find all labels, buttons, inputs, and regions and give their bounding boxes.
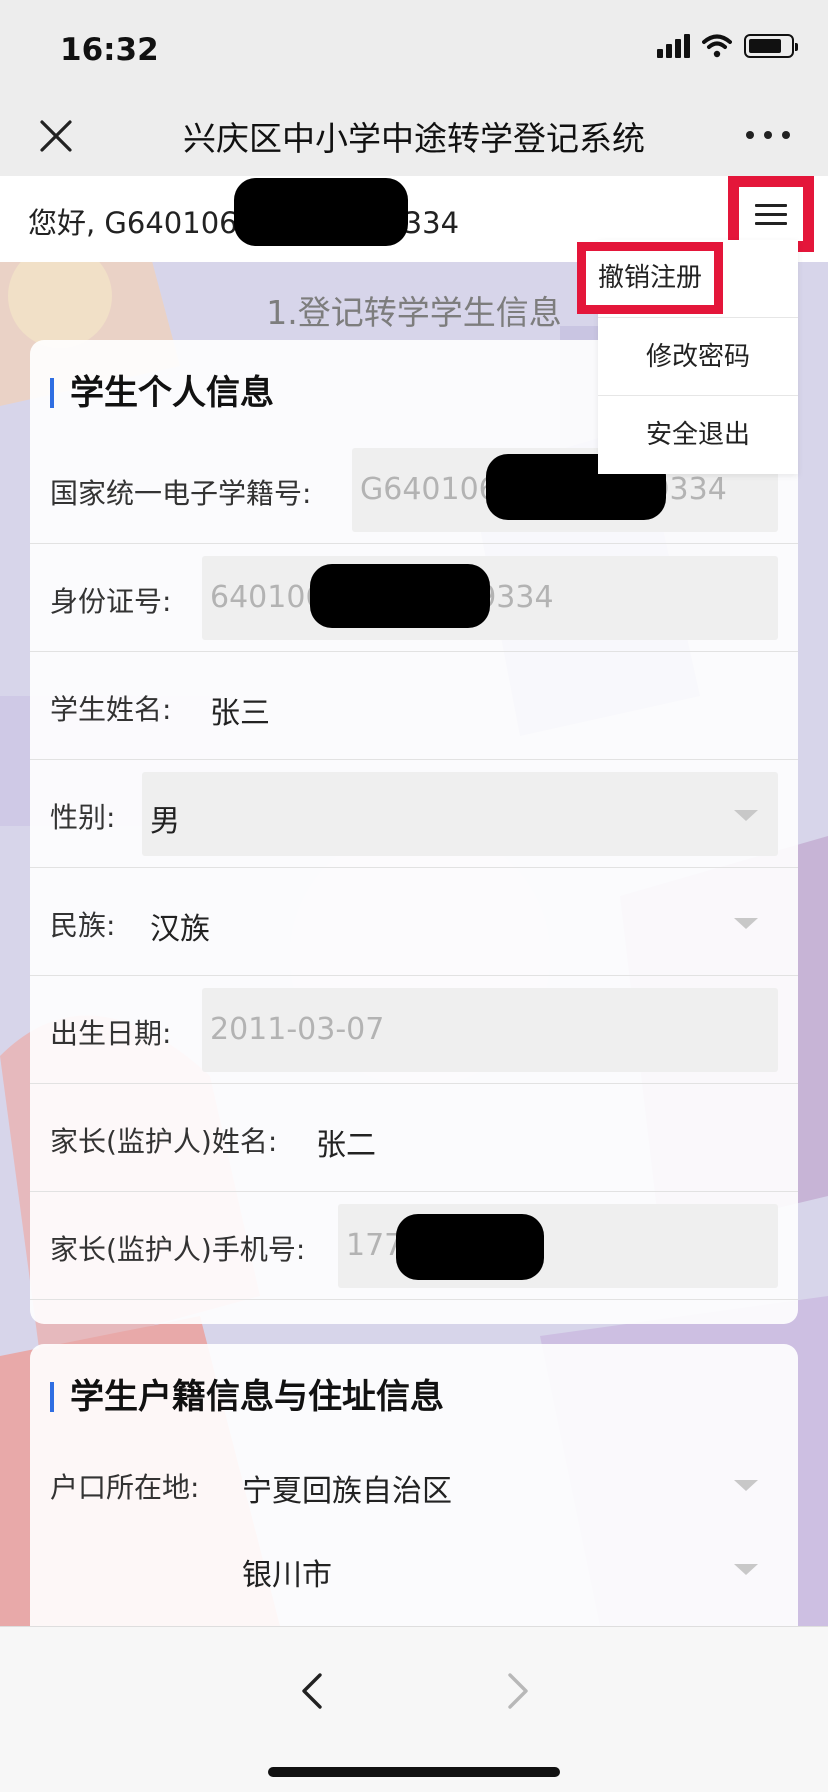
- field-label: 家长(监护人)姓名:: [50, 1125, 278, 1158]
- chevron-down-icon: [734, 918, 758, 929]
- province-select[interactable]: 宁夏回族自治区: [234, 1442, 778, 1526]
- web-content: 您好, G640106201103079334 1.登记转学学生信息 学生个人信…: [0, 176, 828, 1626]
- id-number-row: 身份证号: 640106201103079334: [30, 544, 798, 652]
- residence-info-card: 学生户籍信息与住址信息 户口所在地: 宁夏回族自治区 银川市: [30, 1344, 798, 1626]
- redaction-mark: [396, 1214, 544, 1280]
- field-label: 民族:: [50, 909, 116, 942]
- wifi-icon: [702, 34, 732, 58]
- status-icons: [657, 34, 798, 58]
- close-icon[interactable]: [34, 114, 78, 158]
- page-title: 兴庆区中小学中途转学登记系统: [183, 119, 645, 158]
- card-title: 学生户籍信息与住址信息: [50, 1380, 444, 1414]
- guardian-name-input[interactable]: 张二: [308, 1096, 778, 1180]
- field-value: 张二: [316, 1128, 376, 1163]
- household-location-row: 户口所在地: 宁夏回族自治区: [30, 1442, 798, 1526]
- chevron-down-icon: [734, 810, 758, 821]
- menu-item-change-password[interactable]: 修改密码: [598, 318, 798, 396]
- ethnicity-select[interactable]: 汉族: [142, 880, 778, 964]
- menu-item-cancel-registration[interactable]: 撤销注册: [577, 240, 798, 318]
- menu-item-label: 修改密码: [645, 342, 750, 372]
- forward-arrow-icon[interactable]: [494, 1669, 538, 1713]
- guardian-phone-row: 家长(监护人)手机号: 177: [30, 1192, 798, 1300]
- back-arrow-icon[interactable]: [292, 1669, 336, 1713]
- status-time: 16:32: [60, 32, 159, 68]
- field-label: 户口所在地:: [50, 1471, 200, 1504]
- battery-icon: [744, 34, 798, 58]
- menu-item-label: 安全退出: [645, 420, 750, 450]
- home-indicator: [268, 1767, 560, 1777]
- status-bar: 16:32: [0, 0, 828, 96]
- guardian-name-row: 家长(监护人)姓名: 张二: [30, 1084, 798, 1192]
- menu-item-logout[interactable]: 安全退出: [598, 396, 798, 474]
- field-label: 学生姓名:: [50, 693, 172, 726]
- field-label: 国家统一电子学籍号:: [50, 477, 312, 510]
- province-value: 宁夏回族自治区: [242, 1474, 452, 1509]
- personal-info-card: 学生个人信息 国家统一电子学籍号: G640106201103079334 身份…: [30, 340, 798, 1324]
- field-label: 家长(监护人)手机号:: [50, 1233, 306, 1266]
- field-label: 出生日期:: [50, 1017, 172, 1050]
- user-menu: 撤销注册 修改密码 安全退出: [577, 240, 798, 474]
- ethnicity-row: 民族: 汉族: [30, 868, 798, 976]
- student-name-input[interactable]: 张三: [202, 664, 778, 748]
- field-value: 男: [150, 804, 180, 839]
- hamburger-icon: [755, 204, 787, 226]
- city-value: 银川市: [242, 1558, 332, 1593]
- chevron-down-icon: [734, 1564, 758, 1575]
- field-value: 2011-03-07: [210, 1012, 385, 1047]
- field-value: 汉族: [150, 912, 210, 947]
- birth-date-field: 2011-03-07: [202, 988, 778, 1072]
- student-name-row: 学生姓名: 张三: [30, 652, 798, 760]
- id-number-field: 640106201103079334: [202, 556, 778, 640]
- field-label: 身份证号:: [50, 585, 172, 618]
- battery-level: [749, 39, 781, 53]
- card-title: 学生个人信息: [50, 376, 274, 410]
- gender-select: 男: [142, 772, 778, 856]
- redaction-mark: [310, 564, 490, 628]
- navigation-bar: 兴庆区中小学中途转学登记系统: [0, 96, 828, 176]
- gender-row: 性别: 男: [30, 760, 798, 868]
- cellular-signal-icon: [657, 34, 690, 58]
- field-value: 177: [346, 1228, 404, 1263]
- city-select[interactable]: 银川市: [234, 1526, 778, 1610]
- city-row: 银川市: [30, 1526, 798, 1610]
- menu-item-label: 撤销注册: [577, 242, 723, 314]
- field-value: 张三: [210, 696, 270, 731]
- field-label: 性别:: [50, 801, 116, 834]
- birth-date-row: 出生日期: 2011-03-07: [30, 976, 798, 1084]
- redaction-mark: [234, 178, 408, 246]
- more-options-icon[interactable]: [742, 120, 794, 150]
- chevron-down-icon: [734, 1480, 758, 1491]
- bottom-toolbar: [0, 1626, 828, 1792]
